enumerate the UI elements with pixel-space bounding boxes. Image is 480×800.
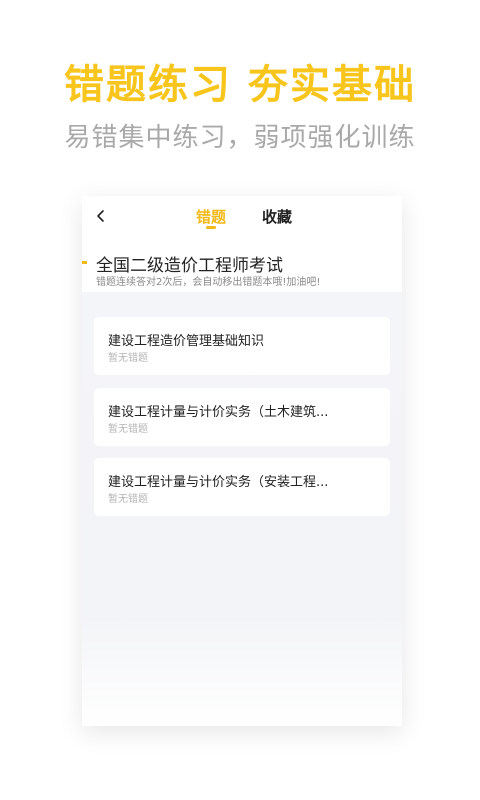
exam-accent-mark	[82, 261, 87, 264]
tab-wrong-questions[interactable]: 错题	[196, 206, 226, 227]
subject-status: 暂无错题	[108, 424, 148, 435]
subject-card[interactable]: 建设工程计量与计价实务（安装工程... 暂无错题	[94, 458, 390, 516]
tab-favorites[interactable]: 收藏	[262, 206, 292, 227]
subject-card[interactable]: 建设工程计量与计价实务（土木建筑... 暂无错题	[94, 388, 390, 446]
subject-status: 暂无错题	[108, 494, 148, 505]
hero-subtitle: 易错集中练习，弱项强化训练	[64, 123, 416, 153]
hero-title: 错题练习 夯实基础	[64, 62, 416, 108]
exam-hint: 错题连续答对2次后，会自动移出错题本哦!加油吧!	[96, 277, 321, 288]
subject-name: 建设工程计量与计价实务（安装工程...	[108, 475, 329, 490]
nav-bar: 错题 收藏	[82, 196, 402, 236]
subject-name: 建设工程造价管理基础知识	[108, 334, 265, 349]
exam-header: 全国二级造价工程师考试 错题连续答对2次后，会自动移出错题本哦!加油吧!	[82, 236, 402, 292]
subject-name: 建设工程计量与计价实务（土木建筑...	[108, 405, 329, 420]
subject-status: 暂无错题	[108, 353, 148, 364]
subject-card[interactable]: 建设工程造价管理基础知识 暂无错题	[94, 317, 390, 375]
chevron-left-icon[interactable]	[94, 208, 108, 224]
tab-active-indicator	[206, 226, 216, 229]
phone-screen: 错题 收藏 全国二级造价工程师考试 错题连续答对2次后，会自动移出错题本哦!加油…	[82, 196, 402, 726]
